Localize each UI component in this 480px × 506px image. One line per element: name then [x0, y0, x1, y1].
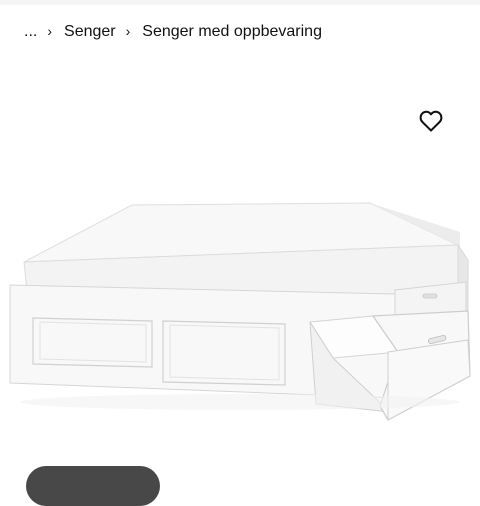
product-image-bed-with-storage[interactable] [0, 150, 480, 460]
breadcrumb-item-senger-med-oppbevaring[interactable]: Senger med oppbevaring [142, 23, 322, 41]
primary-action-button[interactable] [26, 466, 160, 506]
favorite-button[interactable] [416, 106, 446, 136]
chevron-right-icon: › [47, 23, 53, 39]
breadcrumb-more[interactable]: ... [24, 23, 37, 41]
breadcrumb: ... › Senger › Senger med oppbevaring [24, 20, 322, 44]
breadcrumb-item-senger[interactable]: Senger [64, 23, 116, 41]
top-strip [0, 0, 480, 5]
heart-outline-icon [419, 110, 443, 132]
chevron-right-icon: › [125, 23, 131, 39]
